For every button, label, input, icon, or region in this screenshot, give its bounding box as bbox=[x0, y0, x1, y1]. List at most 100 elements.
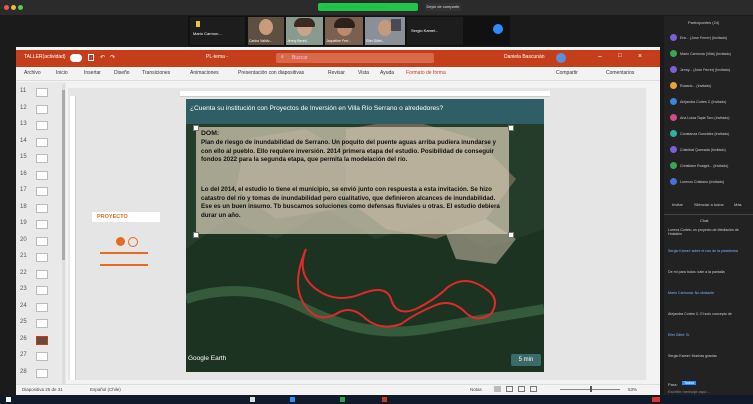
normal-view-icon[interactable] bbox=[494, 386, 501, 392]
windows-start-icon[interactable] bbox=[6, 397, 11, 402]
slide-counter: Diapositiva 25 de 31 bbox=[22, 387, 63, 392]
taskbar-app-icon[interactable] bbox=[340, 397, 345, 402]
thumbnail-scrollbar-thumb[interactable] bbox=[62, 90, 65, 260]
tab-inicio[interactable]: Inicio bbox=[56, 70, 68, 76]
search-input[interactable]: ⌕ Buscar bbox=[276, 53, 434, 63]
slide-thumbnail[interactable] bbox=[36, 137, 48, 147]
chat-recipient-select[interactable]: Todos bbox=[682, 381, 697, 385]
tab-presentacion[interactable]: Presentación con diapositivas bbox=[238, 70, 304, 76]
thumbnail-number: 21 bbox=[20, 253, 27, 259]
background-object bbox=[391, 19, 401, 31]
redo-icon[interactable]: ↷ bbox=[110, 54, 115, 61]
chat-message: Sergio Kamel: sobre el uso de la platafo… bbox=[668, 249, 738, 253]
slide-title[interactable]: ¿Cuenta su institución con Proyectos de … bbox=[190, 105, 443, 112]
tab-insertar[interactable]: Insertar bbox=[84, 70, 101, 76]
progress-dot-empty bbox=[128, 237, 138, 247]
thumbnail-number: 24 bbox=[20, 302, 27, 309]
user-avatar[interactable] bbox=[556, 53, 566, 63]
invite-button[interactable]: Invitar bbox=[672, 202, 683, 207]
selection-handle[interactable] bbox=[193, 232, 199, 238]
slide-thumbnail[interactable] bbox=[36, 104, 48, 114]
slide-thumbnail[interactable] bbox=[36, 187, 48, 196]
minimize-window-icon[interactable] bbox=[11, 5, 16, 10]
tab-archivo[interactable]: Archivo bbox=[24, 70, 41, 76]
tab-formato-forma[interactable]: Formato de forma bbox=[406, 70, 446, 76]
more-button[interactable]: Más bbox=[734, 202, 742, 207]
video-tile[interactable]: Eliel Gillet... bbox=[365, 17, 405, 45]
slide-thumbnail[interactable] bbox=[36, 170, 48, 180]
tab-revisar[interactable]: Revisar bbox=[328, 70, 345, 76]
comments-button[interactable]: Comentarios bbox=[606, 70, 634, 76]
video-tile[interactable]: Jenny Bennt... bbox=[286, 17, 323, 45]
participant-item[interactable]: Ana Luisa Tapia Toro (Invitado) bbox=[680, 116, 729, 120]
participant-avatar bbox=[670, 66, 677, 73]
participant-name: Jaqueline Ferr... bbox=[326, 39, 352, 43]
tab-animaciones[interactable]: Animaciones bbox=[190, 70, 219, 76]
video-tile[interactable]: Carlos Valdiv... bbox=[248, 17, 284, 45]
save-icon[interactable] bbox=[88, 54, 94, 61]
slideshow-view-icon[interactable] bbox=[530, 386, 537, 392]
selection-handle[interactable] bbox=[508, 232, 514, 238]
slide-thumbnail[interactable] bbox=[36, 269, 48, 279]
close-icon[interactable]: × bbox=[638, 53, 642, 60]
selection-handle[interactable] bbox=[193, 125, 199, 131]
document-title: PL-tema - bbox=[206, 54, 228, 60]
google-earth-logo: Google Earth bbox=[188, 355, 227, 362]
slide-thumbnail[interactable] bbox=[36, 121, 48, 130]
tab-diseno[interactable]: Diseño bbox=[114, 70, 130, 76]
taskbar-zoom-icon[interactable] bbox=[290, 397, 295, 402]
slide-thumbnail[interactable] bbox=[36, 335, 48, 345]
participant-item[interactable]: Mario Carmona (Villa) (Invitado) bbox=[680, 52, 731, 56]
slide-thumbnail[interactable] bbox=[36, 154, 48, 163]
minimize-icon[interactable]: – bbox=[598, 53, 602, 60]
participant-item[interactable]: Lorenzo Cristiano (Invitado) bbox=[680, 180, 724, 184]
participant-item[interactable]: Cristóbal Quezada (Invitado) bbox=[680, 148, 726, 152]
undo-icon[interactable]: ↶ bbox=[100, 54, 105, 61]
slide-thumbnail[interactable] bbox=[36, 88, 48, 97]
video-tile[interactable]: Jaqueline Ferr... bbox=[325, 17, 363, 45]
participant-name: Sergio Kamel... bbox=[411, 28, 439, 33]
share-button[interactable]: Compartir bbox=[556, 70, 578, 76]
slide-thumbnail[interactable] bbox=[36, 236, 48, 246]
mute-all-button[interactable]: Silenciar a todos bbox=[694, 202, 724, 207]
participant-item[interactable]: Christiane Rosignt... (Invitado) bbox=[680, 164, 728, 168]
zoom-level[interactable]: 53% bbox=[628, 387, 637, 392]
tray-icon[interactable] bbox=[652, 397, 660, 402]
slide-thumbnail[interactable] bbox=[36, 220, 48, 229]
slide-thumbnail[interactable] bbox=[36, 368, 48, 378]
thumbnail-number: 15 bbox=[20, 154, 27, 160]
participant-name: Carlos Valdiv... bbox=[249, 39, 273, 43]
slide-thumbnail[interactable] bbox=[36, 352, 48, 361]
taskbar-app-icon[interactable] bbox=[250, 397, 255, 402]
restore-icon[interactable]: □ bbox=[618, 53, 622, 59]
chat-input[interactable]: Escribir mensaje aquí... bbox=[668, 389, 710, 394]
reading-view-icon[interactable] bbox=[518, 386, 525, 392]
tab-transiciones[interactable]: Transiciones bbox=[142, 70, 170, 76]
participant-item[interactable]: Eric... (Jose Ferrer) (Invitado) bbox=[680, 36, 727, 40]
slide-thumbnail[interactable] bbox=[36, 302, 48, 312]
zoom-slider-thumb[interactable] bbox=[590, 386, 592, 392]
selection-handle[interactable] bbox=[508, 125, 514, 131]
close-window-icon[interactable] bbox=[4, 5, 9, 10]
tab-vista[interactable]: Vista bbox=[358, 70, 369, 76]
sorter-view-icon[interactable] bbox=[506, 386, 513, 392]
autosave-toggle[interactable] bbox=[70, 54, 82, 62]
slide-thumbnail[interactable] bbox=[36, 253, 48, 262]
slide-thumbnail[interactable] bbox=[36, 203, 48, 213]
language-status[interactable]: Español (Chile) bbox=[90, 387, 121, 392]
notes-button[interactable]: Notas bbox=[470, 387, 482, 392]
video-tile[interactable]: Sergio Kamel... bbox=[407, 17, 463, 45]
participant-item[interactable]: Constanza González (Invitado) bbox=[680, 132, 729, 136]
maximize-window-icon[interactable] bbox=[18, 5, 23, 10]
taskbar-powerpoint-icon[interactable] bbox=[382, 397, 387, 402]
proyecto-label[interactable]: PROYECTO bbox=[92, 212, 160, 222]
video-tile[interactable]: Mario Carmon... bbox=[190, 17, 245, 45]
stop-share-button[interactable]: Dejar de compartir bbox=[425, 3, 461, 11]
slide-thumbnail[interactable] bbox=[36, 286, 48, 295]
participant-item[interactable]: Alejandra Cortes C (Invitado) bbox=[680, 100, 726, 104]
participant-item[interactable]: Jenny... (Jose Ferrer) (Invitado) bbox=[680, 68, 730, 72]
participant-item[interactable]: Rosario... (Invitado) bbox=[680, 84, 711, 88]
slide-thumbnail[interactable] bbox=[36, 319, 48, 328]
zoom-app-icon[interactable] bbox=[493, 24, 503, 34]
tab-ayuda[interactable]: Ayuda bbox=[380, 70, 394, 76]
